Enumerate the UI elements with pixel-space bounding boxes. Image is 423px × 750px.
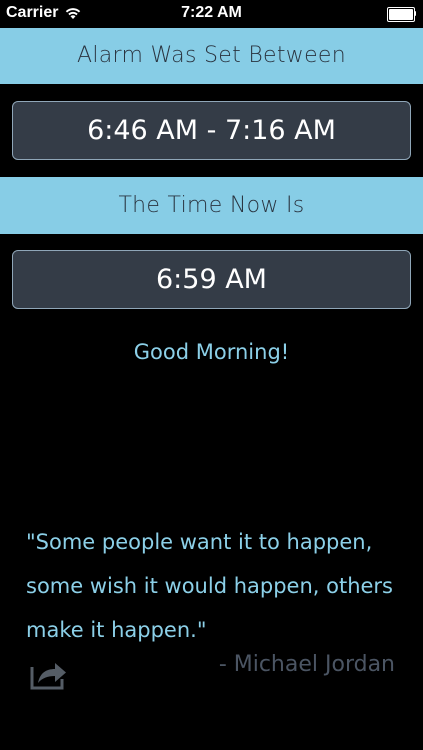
quote-line: "Some people want it to happen, <box>26 530 373 554</box>
current-time-display: 6:59 AM <box>12 250 411 309</box>
battery-level-fill <box>389 9 413 20</box>
quote-author: - Michael Jordan <box>218 652 395 677</box>
status-bar: Carrier 7:22 AM <box>0 0 423 27</box>
quote-line: some wish it would happen, others <box>26 574 393 598</box>
battery-icon <box>387 7 417 22</box>
share-button[interactable] <box>28 655 72 691</box>
alarm-range-display: 6:46 AM - 7:16 AM <box>12 101 411 160</box>
status-time: 7:22 AM <box>181 4 242 21</box>
quote-text: "Some people want it to happen, some wis… <box>26 520 396 652</box>
share-icon <box>28 663 72 695</box>
greeting-text: Good Morning! <box>133 340 290 364</box>
quote-line: make it happen." <box>26 618 207 642</box>
alarm-header: Alarm Was Set Between <box>0 28 423 84</box>
time-now-header: The Time Now Is <box>0 177 423 234</box>
